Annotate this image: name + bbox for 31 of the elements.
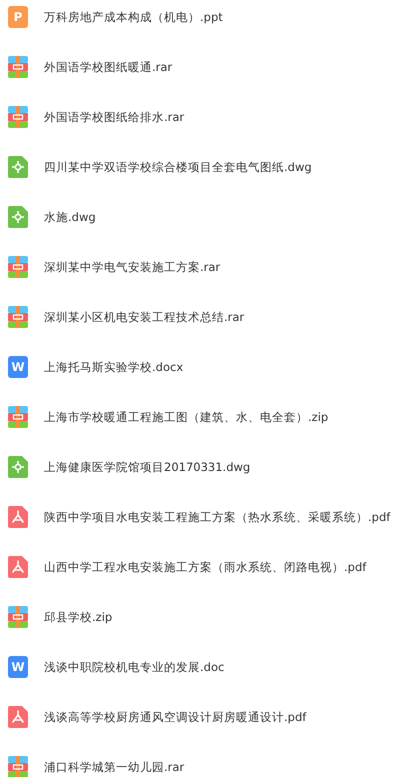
file-name[interactable]: 深圳某中学电气安装施工方案.rar: [44, 260, 220, 274]
cad-file-icon: [8, 456, 28, 478]
file-name[interactable]: 上海健康医学院馆项目20170331.dwg: [44, 460, 250, 474]
pdf-file-icon: [8, 556, 28, 578]
archive-icon: [8, 106, 28, 128]
archive-icon: [8, 406, 28, 428]
file-name[interactable]: 万科房地产成本构成（机电）.ppt: [44, 10, 223, 24]
file-name[interactable]: 浦口科学城第一幼儿园.rar: [44, 760, 184, 774]
file-name[interactable]: 浅谈中职院校机电专业的发展.doc: [44, 660, 224, 674]
pdf-file-icon: [8, 506, 28, 528]
presentation-file-icon: P: [8, 6, 28, 28]
pdf-file-icon: [8, 706, 28, 728]
file-name[interactable]: 山西中学工程水电安装施工方案（雨水系统、闭路电视）.pdf: [44, 560, 366, 574]
archive-icon: [8, 256, 28, 278]
file-name[interactable]: 外国语学校图纸给排水.rar: [44, 110, 184, 124]
file-name[interactable]: 深圳某小区机电安装工程技术总结.rar: [44, 310, 244, 324]
document-file-icon: W: [8, 356, 28, 378]
archive-icon: [8, 606, 28, 628]
archive-icon: [8, 306, 28, 328]
file-name[interactable]: 陕西中学项目水电安装工程施工方案（热水系统、采暖系统）.pdf: [44, 510, 390, 524]
file-name[interactable]: 水施.dwg: [44, 210, 96, 224]
file-name[interactable]: 四川某中学双语学校综合楼项目全套电气图纸.dwg: [44, 160, 312, 174]
document-file-icon: W: [8, 656, 28, 678]
cad-file-icon: [8, 206, 28, 228]
file-name[interactable]: 浅谈高等学校厨房通风空调设计厨房暖通设计.pdf: [44, 710, 306, 724]
cad-file-icon: [8, 156, 28, 178]
archive-icon: [8, 56, 28, 78]
file-name[interactable]: 外国语学校图纸暖通.rar: [44, 60, 172, 74]
file-name[interactable]: 上海托马斯实验学校.docx: [44, 360, 184, 374]
file-name[interactable]: 上海市学校暖通工程施工图（建筑、水、电全套）.zip: [44, 410, 328, 424]
file-name[interactable]: 邱县学校.zip: [44, 610, 112, 624]
